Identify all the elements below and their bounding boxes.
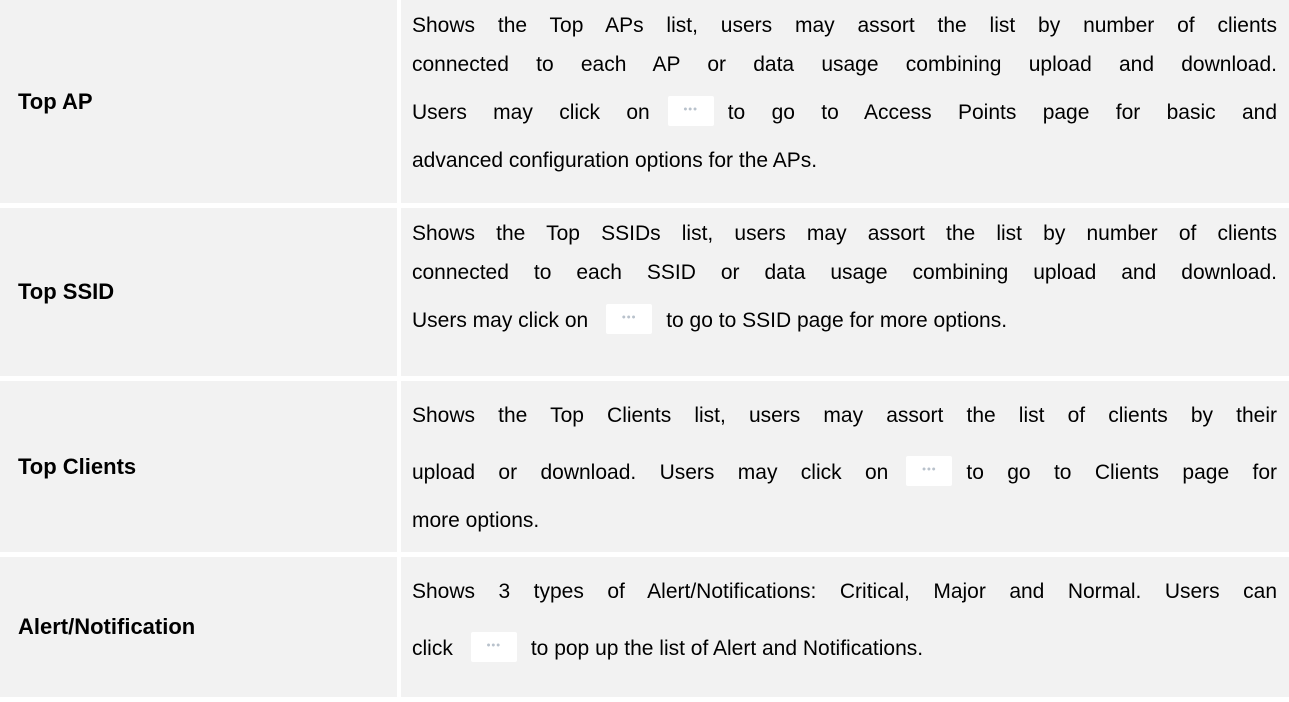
row-description-top-clients: Shows the Top Clients list, users may as… — [401, 381, 1289, 552]
table-row-top-clients: Top Clients Shows the Top Clients list, … — [0, 381, 1289, 552]
table-row-top-ssid: Top SSID Shows the Top SSIDs list, users… — [0, 208, 1289, 376]
description-text: click — [412, 637, 453, 660]
description-text: Users may click on — [412, 101, 650, 124]
row-label-top-clients: Top Clients — [0, 381, 401, 552]
description-line: upload or download. Users may click on ••… — [412, 444, 1277, 501]
more-dots-icon: ••• — [486, 640, 502, 653]
description-text: to pop up the list of Alert and Notifica… — [530, 637, 924, 660]
more-dots-icon: ••• — [922, 464, 937, 477]
row-description-top-ssid: Shows the Top SSIDs list, users may asso… — [401, 208, 1289, 376]
more-button[interactable]: ••• — [470, 632, 517, 663]
description-line: more options. — [412, 509, 540, 532]
feature-description-table: Top AP Shows the Top APs list, users may… — [0, 0, 1289, 697]
description-text: to go to Clients page for — [966, 461, 1277, 484]
more-button[interactable]: ••• — [667, 96, 714, 127]
description-line: click ••• to pop up the list of Alert and … — [412, 620, 1277, 677]
description-line: Users may click on ••• to go to Access Poi… — [412, 84, 1277, 141]
description-text: to go to SSID page for more options. — [666, 309, 1008, 332]
table-row-top-ap: Top AP Shows the Top APs list, users may… — [0, 0, 1289, 203]
more-dots-icon: ••• — [683, 104, 698, 117]
description-text: upload or download. Users may click on — [412, 461, 889, 484]
description-line: Shows the Top SSIDs list, users may asso… — [412, 222, 1277, 245]
description-line: connected to each SSID or data usage com… — [412, 261, 1277, 284]
description-text: Users may click on — [412, 309, 589, 332]
description-line: Shows 3 types of Alert/Notifications: Cr… — [412, 580, 1277, 603]
description-line: advanced configuration options for the A… — [412, 149, 818, 172]
description-line: Shows the Top Clients list, users may as… — [412, 404, 1277, 427]
more-button[interactable]: ••• — [606, 304, 653, 335]
row-label-top-ap: Top AP — [0, 0, 401, 203]
more-dots-icon: ••• — [621, 312, 637, 325]
row-label-alert-notification: Alert/Notification — [0, 557, 401, 697]
description-text: to go to Access Points page for basic an… — [727, 101, 1277, 124]
row-description-alert-notification: Shows 3 types of Alert/Notifications: Cr… — [401, 557, 1289, 697]
more-button[interactable]: ••• — [906, 456, 953, 487]
description-line: Users may click on ••• to go to SSID page … — [412, 292, 1277, 349]
row-description-top-ap: Shows the Top APs list, users may assort… — [401, 0, 1289, 203]
description-line: Shows the Top APs list, users may assort… — [412, 14, 1277, 37]
description-line: connected to each AP or data usage combi… — [412, 53, 1277, 76]
row-label-top-ssid: Top SSID — [0, 208, 401, 376]
table-row-alert-notification: Alert/Notification Shows 3 types of Aler… — [0, 557, 1289, 697]
